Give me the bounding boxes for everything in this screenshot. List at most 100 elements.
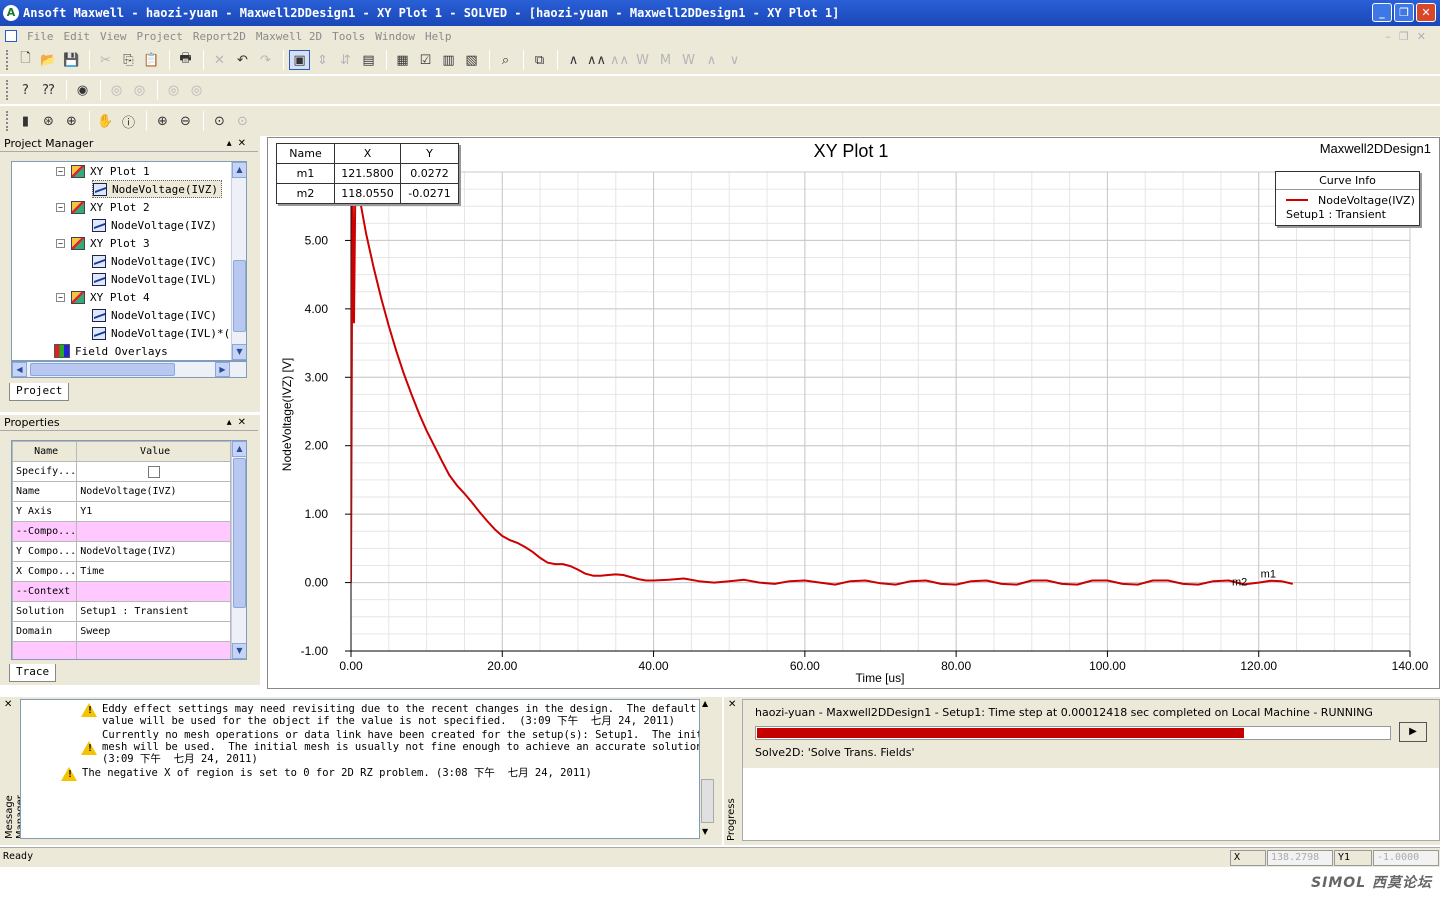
tree-item-curve[interactable]: NodeVoltage(IVZ) (92, 216, 217, 234)
tree-item-xy-plot-2[interactable]: − XY Plot 2 (56, 198, 150, 216)
panel-controls[interactable]: ▴✕ (227, 136, 252, 151)
menu-maxwell2d[interactable]: Maxwell 2D (256, 30, 322, 43)
copy-icon[interactable]: ⎘ (118, 50, 139, 70)
tree-item-curve[interactable]: NodeVoltage(IVC) (92, 252, 217, 270)
tree-item-xy-plot-4[interactable]: − XY Plot 4 (56, 288, 150, 306)
curve-tool-6-icon[interactable]: W (678, 50, 699, 70)
menu-file[interactable]: File (27, 30, 54, 43)
scroll-down-icon[interactable]: ▼ (702, 827, 708, 836)
message-item[interactable]: Eddy effect settings may need revisiting… (81, 703, 696, 727)
mdi-controls[interactable]: –❐✕ (1385, 30, 1434, 43)
delete-icon[interactable]: ✕ (209, 50, 230, 70)
message-scrollbar[interactable]: ▲ ▼ (700, 699, 716, 839)
menu-report2d[interactable]: Report2D (193, 30, 246, 43)
menu-edit[interactable]: Edit (64, 30, 91, 43)
curve-tool-4-icon[interactable]: W (632, 50, 653, 70)
property-row[interactable]: X Compo... Time (12, 561, 231, 582)
show-all-icon[interactable]: ◎ (163, 80, 184, 100)
zoom-in-icon[interactable]: ⊕ (152, 111, 173, 131)
tree-item-curve[interactable]: NodeVoltage(IVL) (92, 270, 217, 288)
scroll-thumb[interactable] (701, 779, 714, 823)
tab-trace[interactable]: Trace (9, 664, 57, 682)
analyze-icon[interactable]: ☑ (415, 50, 436, 70)
menu-window[interactable]: Window (375, 30, 415, 43)
tree-item-curve-ivz-selected[interactable]: NodeVoltage(IVZ) (92, 180, 222, 198)
menu-view[interactable]: View (100, 30, 127, 43)
property-row[interactable]: Domain Sweep (12, 621, 231, 642)
scroll-thumb[interactable] (233, 458, 246, 608)
save-icon[interactable]: 💾 (61, 50, 82, 70)
collapse-icon[interactable]: − (56, 166, 65, 176)
pan-icon[interactable]: ✋ (95, 111, 116, 131)
xy-plot-chart[interactable]: 0.00 20.00 40.00 60.00 80.00 100.00 120.00 140.… (268, 138, 1440, 690)
menu-project[interactable]: Project (137, 30, 183, 43)
tree-hscrollbar[interactable]: ◀ ▶ (11, 361, 247, 378)
report-setup-icon[interactable]: ▮ (15, 111, 36, 131)
marker-row-m1[interactable]: m1 121.5800 0.0272 (276, 163, 459, 184)
curve-info-legend[interactable]: Curve Info NodeVoltage(IVZ) Setup1 : Tra… (1275, 171, 1420, 226)
info-icon[interactable]: ⓘ (118, 111, 139, 131)
zoom-out-icon[interactable]: ⊖ (175, 111, 196, 131)
hide-icon[interactable]: ◎ (129, 80, 150, 100)
curve-tool-1-icon[interactable]: ∧ (563, 50, 584, 70)
scroll-up-icon[interactable]: ▲ (702, 699, 708, 708)
close-panel-icon[interactable]: ✕ (4, 699, 12, 710)
cut-icon[interactable]: ✂ (95, 50, 116, 70)
tab-progress[interactable]: Progress (726, 797, 737, 841)
context-help-icon[interactable]: ⁇ (38, 80, 59, 100)
scroll-up-icon[interactable]: ▲ (232, 441, 246, 457)
property-row[interactable]: Specify... (12, 461, 231, 482)
marker-row-m2[interactable]: m2 118.0550 -0.0271 (276, 183, 459, 204)
property-row[interactable]: Solution Setup1 : Transient (12, 601, 231, 622)
results-icon[interactable]: ▥ (438, 50, 459, 70)
scroll-down-icon[interactable]: ▼ (232, 643, 246, 659)
close-button[interactable]: ✕ (1416, 3, 1436, 22)
hide-all-icon[interactable]: ◎ (186, 80, 207, 100)
menu-help[interactable]: Help (425, 30, 452, 43)
close-panel-icon[interactable]: ✕ (728, 699, 736, 710)
group-icon[interactable]: ⊕ (61, 111, 82, 131)
scroll-up-icon[interactable]: ▲ (232, 162, 246, 178)
specify-checkbox[interactable] (148, 465, 161, 478)
property-row[interactable]: Y Compo... NodeVoltage(IVZ) (12, 541, 231, 562)
collapse-icon[interactable]: − (56, 292, 65, 302)
collapse-icon[interactable]: − (56, 202, 65, 212)
drag-icon[interactable]: ⊛ (38, 111, 59, 131)
message-item[interactable]: The negative X of region is set to 0 for… (61, 767, 592, 781)
move-icon[interactable]: ⇕ (312, 50, 333, 70)
message-item[interactable]: Currently no mesh operations or data lin… (81, 729, 699, 765)
windows-icon[interactable]: ⧉ (529, 50, 550, 70)
view-eye-icon[interactable]: ◉ (72, 80, 93, 100)
scroll-down-icon[interactable]: ▼ (232, 344, 246, 360)
new-icon[interactable]: 🗋 (15, 50, 36, 70)
paste-icon[interactable]: 📋 (141, 50, 162, 70)
curve-tool-7-icon[interactable]: ∧ (701, 50, 722, 70)
curve-tool-3-icon[interactable]: ∧∧ (609, 50, 630, 70)
scroll-thumb[interactable] (233, 260, 246, 332)
redo-icon[interactable]: ↷ (255, 50, 276, 70)
property-row[interactable]: Name NodeVoltage(IVZ) (12, 481, 231, 502)
zoom-fit-icon[interactable]: ⊙ (209, 111, 230, 131)
print-icon[interactable]: 🖶 (175, 50, 196, 70)
plot-fields-icon[interactable]: ⌕ (495, 50, 516, 70)
xy-plot-window[interactable]: 0.00 20.00 40.00 60.00 80.00 100.00 120.00 140.… (267, 137, 1440, 689)
zoom-area-icon[interactable]: ⊙ (232, 111, 253, 131)
validate-icon[interactable]: ▦ (392, 50, 413, 70)
properties-vscrollbar[interactable]: ▲ ▼ (231, 441, 246, 659)
hscroll-thumb[interactable] (30, 363, 175, 376)
tab-project[interactable]: Project (9, 383, 70, 401)
property-row[interactable]: Y Axis Y1 (12, 501, 231, 522)
align-icon[interactable]: ⇵ (335, 50, 356, 70)
open-icon[interactable]: 📂 (38, 50, 59, 70)
tree-item-xy-plot-1[interactable]: − XY Plot 1 (56, 162, 150, 180)
curve-tool-5-icon[interactable]: M (655, 50, 676, 70)
document-icon[interactable] (5, 30, 17, 42)
scroll-left-icon[interactable]: ◀ (12, 362, 27, 377)
progress-next-button[interactable]: ▶ (1399, 722, 1427, 742)
tree-vscrollbar[interactable]: ▲ ▼ (231, 162, 246, 360)
report-icon[interactable]: ▧ (461, 50, 482, 70)
panel-controls[interactable]: ▴✕ (227, 415, 252, 430)
restore-button[interactable]: ❐ (1394, 3, 1414, 22)
tree-item-field-overlays[interactable]: Field Overlays (54, 342, 168, 360)
select-icon[interactable]: ▣ (289, 50, 310, 70)
